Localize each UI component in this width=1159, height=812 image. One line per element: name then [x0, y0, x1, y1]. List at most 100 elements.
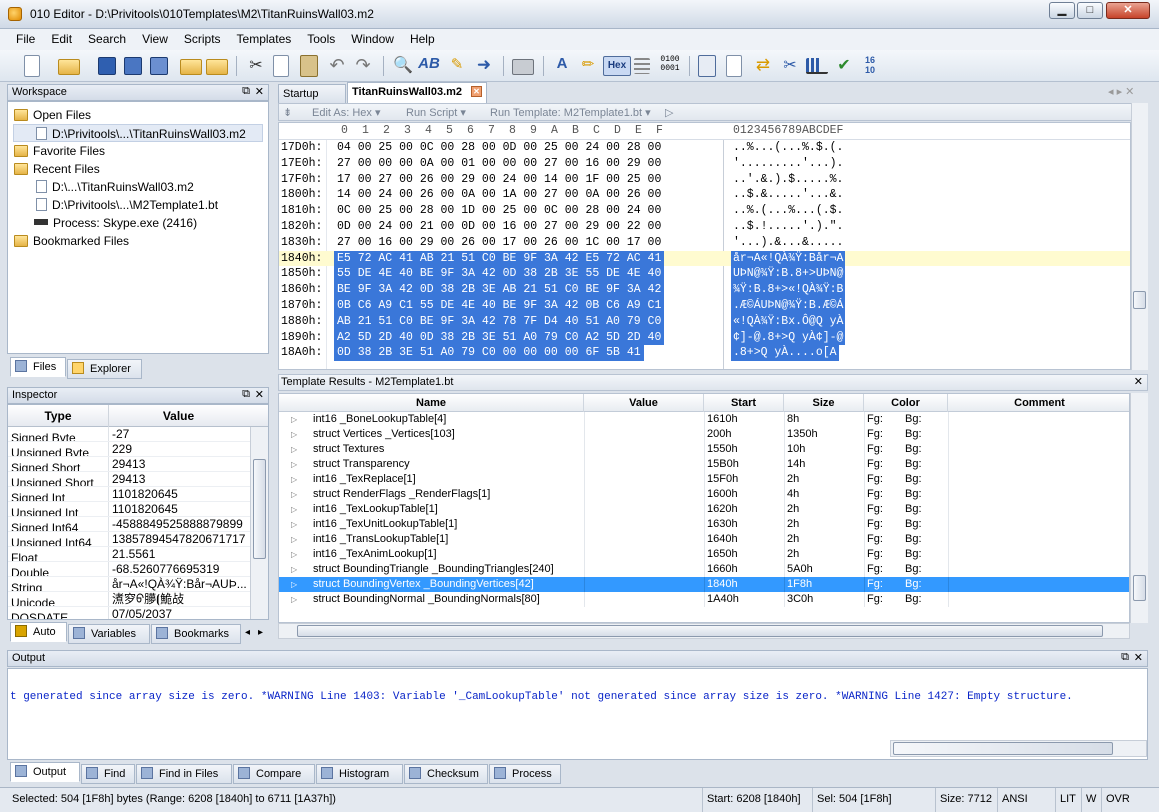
- inspector-value[interactable]: 07/05/2037: [108, 607, 248, 619]
- inspector-row[interactable]: Double -68.5260776695319: [8, 562, 268, 577]
- hex-row[interactable]: 17D0h: 04 00 25 00 0C 00 28 00 0D 00 25 0…: [279, 140, 1130, 156]
- col-name[interactable]: Name: [279, 394, 584, 412]
- hex-text[interactable]: «!QÀ¾Ÿ:Bx.Ô@Q yÀ: [731, 313, 846, 330]
- hex-row[interactable]: 1890h: A2 5D 2D 40 0D 38 2B 3E 51 A0 79 C…: [279, 329, 1130, 346]
- col-start[interactable]: Start: [704, 394, 784, 412]
- inspector-row[interactable]: Signed Short 29413: [8, 457, 268, 472]
- template-row[interactable]: ▷ int16 _TexLookupTable[1] 1620h 2h Fg: Bg:: [279, 502, 1129, 517]
- inspector-row[interactable]: DOSDATE 07/05/2037: [8, 607, 268, 619]
- close-pane-icon[interactable]: ✕: [1134, 375, 1143, 388]
- tree-open-file-item[interactable]: D:\Privitools\...\TitanRuinsWall03.m2: [13, 124, 263, 142]
- float-icon[interactable]: ⧉: [242, 388, 250, 401]
- output-hscrollbar[interactable]: [890, 740, 1147, 757]
- col-type[interactable]: Type: [8, 405, 108, 427]
- tree-favorite-files[interactable]: Favorite Files: [8, 142, 268, 160]
- template-hscrollbar[interactable]: [278, 623, 1130, 639]
- template-row[interactable]: ▷ int16 _TexAnimLookup[1] 1650h 2h Fg: Bg:: [279, 547, 1129, 562]
- menu-file[interactable]: File: [0, 29, 41, 46]
- template-row[interactable]: ▷ int16 _TexUnitLookupTable[1] 1630h 2h Fg: B…: [279, 517, 1129, 532]
- hex-row[interactable]: 1810h: 0C 00 25 00 28 00 1D 00 25 00 0C 0…: [279, 203, 1130, 219]
- col-value[interactable]: Value: [108, 405, 248, 427]
- print-icon[interactable]: [512, 59, 534, 75]
- paste-icon[interactable]: [300, 55, 318, 77]
- tree-recent-item[interactable]: Process: Skype.exe (2416): [8, 214, 268, 232]
- tab-bookmarks[interactable]: Bookmarks: [151, 624, 241, 644]
- hex-bytes[interactable]: 0C 00 25 00 28 00 1D 00 25 00 0C 00 28 0…: [334, 203, 664, 219]
- tab-file[interactable]: TitanRuinsWall03.m2 ✕: [347, 82, 487, 104]
- hex-text[interactable]: ¢]-@.8+>Q yÀ¢]-@: [731, 329, 846, 346]
- tab-explorer[interactable]: Explorer: [67, 359, 142, 379]
- tab-find-in-files[interactable]: Find in Files: [136, 764, 232, 784]
- menu-window[interactable]: Window: [341, 29, 400, 46]
- expand-arrow-icon[interactable]: ▷: [291, 532, 299, 547]
- close-pane-icon[interactable]: ✕: [1134, 651, 1143, 664]
- hex-bytes[interactable]: 0B C6 A9 C1 55 DE 4E 40 BE 9F 3A 42 0B C…: [334, 297, 665, 314]
- menu-scripts[interactable]: Scripts: [174, 29, 227, 46]
- template-row[interactable]: ▷ struct BoundingVertex _BoundingVertices…: [279, 577, 1129, 592]
- expand-arrow-icon[interactable]: ▷: [291, 442, 299, 457]
- tabs-scroll-icon[interactable]: ◂ ▸ ✕: [1108, 85, 1134, 98]
- base-converter-icon[interactable]: 16 10: [859, 55, 881, 77]
- menu-help[interactable]: Help: [400, 29, 441, 46]
- copy-icon[interactable]: [273, 55, 289, 77]
- hex-row[interactable]: 1840h: E5 72 AC 41 AB 21 51 C0 BE 9F 3A 4…: [279, 250, 1130, 267]
- hex-row[interactable]: 1850h: 55 DE 4E 40 BE 9F 3A 42 0D 38 2B 3…: [279, 266, 1130, 283]
- hex-bytes[interactable]: A2 5D 2D 40 0D 38 2B 3E 51 A0 79 C0 A2 5…: [334, 329, 665, 346]
- hex-scrollbar[interactable]: [1131, 103, 1148, 370]
- hex-bytes[interactable]: 0D 38 2B 3E 51 A0 79 C0 00 00 00 00 6F 5…: [334, 345, 644, 362]
- expand-arrow-icon[interactable]: ▷: [291, 577, 299, 592]
- menu-templates[interactable]: Templates: [227, 29, 298, 46]
- expand-arrow-icon[interactable]: ▷: [291, 457, 299, 472]
- tab-startup[interactable]: Startup: [278, 84, 346, 104]
- hex-row[interactable]: 1820h: 0D 00 24 00 21 00 0D 00 16 00 27 0…: [279, 219, 1130, 235]
- tab-variables[interactable]: Variables: [68, 624, 150, 644]
- float-icon[interactable]: ⧉: [242, 85, 250, 98]
- col-value[interactable]: Value: [584, 394, 704, 412]
- inspector-row[interactable]: Unsigned Int 1101820645: [8, 502, 268, 517]
- minimize-button[interactable]: ▁: [1049, 2, 1075, 19]
- template-row[interactable]: ▷ struct BoundingTriangle _BoundingTriang…: [279, 562, 1129, 577]
- tree-recent-files[interactable]: Recent Files: [8, 160, 268, 178]
- hex-bytes[interactable]: BE 9F 3A 42 0D 38 2B 3E AB 21 51 C0 BE 9…: [334, 282, 665, 298]
- hex-row[interactable]: 1870h: 0B C6 A9 C1 55 DE 4E 40 BE 9F 3A 4…: [279, 297, 1130, 314]
- hex-bytes[interactable]: 14 00 24 00 26 00 0A 00 1A 00 27 00 0A 0…: [334, 187, 664, 203]
- tab-files[interactable]: Files: [10, 357, 66, 377]
- save-as-icon[interactable]: [124, 57, 142, 75]
- inspector-row[interactable]: Signed Int 1101820645: [8, 487, 268, 502]
- tree-open-files[interactable]: Open Files: [8, 106, 268, 124]
- close-files-icon[interactable]: [206, 59, 228, 75]
- hex-row[interactable]: 1880h: AB 21 51 C0 BE 9F 3A 42 78 7F D4 4…: [279, 313, 1130, 330]
- col-size[interactable]: Size: [784, 394, 864, 412]
- template-row[interactable]: ▷ struct Vertices _Vertices[103] 200h 1350h…: [279, 427, 1129, 442]
- tree-recent-item[interactable]: D:\...\TitanRuinsWall03.m2: [8, 178, 268, 196]
- inspector-value[interactable]: 29413: [108, 472, 248, 486]
- font-icon[interactable]: A: [551, 55, 573, 77]
- new-file-icon[interactable]: [24, 55, 40, 77]
- inspector-value[interactable]: -4588849525888879899: [108, 517, 248, 531]
- calculator-icon[interactable]: [698, 55, 716, 77]
- inspector-scrollbar[interactable]: [250, 427, 268, 619]
- hscroll-thumb[interactable]: [893, 742, 1113, 755]
- tab-scroll-left-icon[interactable]: ◂: [245, 627, 250, 638]
- hex-text[interactable]: UÞN@¾Ÿ:B.8+>UÞN@: [731, 266, 846, 283]
- col-color[interactable]: Color: [864, 394, 948, 412]
- inspector-value[interactable]: år¬A«!QÀ¾Ÿ:Bår¬AUÞ...: [108, 577, 248, 591]
- status-w[interactable]: W: [1081, 788, 1101, 812]
- close-tab-icon[interactable]: ✕: [471, 86, 482, 97]
- hex-text[interactable]: år¬A«!QÀ¾Ÿ:Bår¬A: [731, 250, 846, 267]
- open-workspace-icon[interactable]: [180, 59, 202, 75]
- run-script-dropdown[interactable]: Run Script ▾: [406, 106, 466, 119]
- hex-row[interactable]: 18A0h: 0D 38 2B 3E 51 A0 79 C0 00 00 00 0…: [279, 345, 1130, 362]
- close-pane-icon[interactable]: ✕: [255, 388, 264, 401]
- inspector-value[interactable]: -27: [108, 427, 248, 441]
- expand-arrow-icon[interactable]: ▷: [291, 502, 299, 517]
- menu-tools[interactable]: Tools: [297, 29, 341, 46]
- columns-icon[interactable]: [634, 58, 650, 74]
- hex-text[interactable]: .Æ©ÁUÞN@¾Ÿ:B.Æ©Á: [731, 297, 846, 314]
- tab-output[interactable]: Output: [10, 762, 80, 782]
- tab-process[interactable]: Process: [489, 764, 561, 784]
- tab-compare[interactable]: Compare: [233, 764, 315, 784]
- tree-recent-item[interactable]: D:\Privitools\...\M2Template1.bt: [8, 196, 268, 214]
- inspector-row[interactable]: Unsigned Int64 13857894547820671717: [8, 532, 268, 547]
- tab-checksum[interactable]: Checksum: [404, 764, 488, 784]
